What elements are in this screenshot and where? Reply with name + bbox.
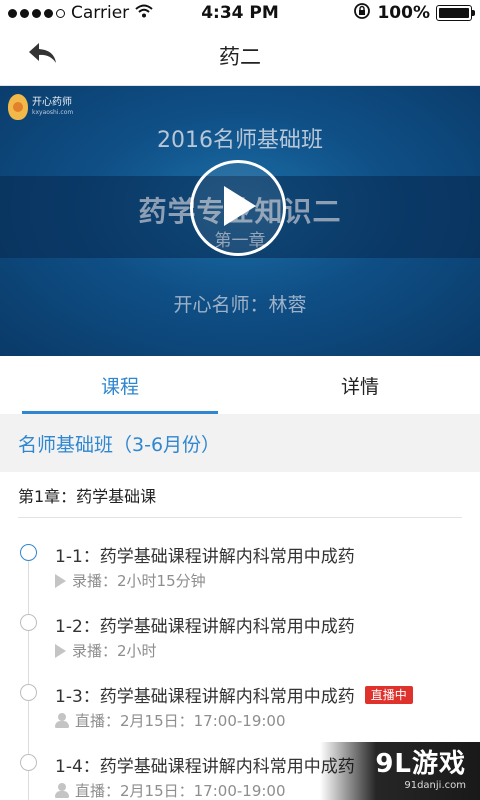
play-icon [218,184,258,232]
page-title: 药二 [219,44,261,69]
user-icon [55,713,69,728]
section-header[interactable]: 名师基础班（3-6月份） [0,414,480,472]
status-bar: Carrier 4:34 PM 100% [0,0,480,26]
battery-icon [436,5,475,21]
tab-course[interactable]: 课程 [0,356,240,414]
battery-percent: 100% [377,3,430,23]
watermark-url: 91danji.com [404,780,466,791]
lesson-title: 1-2：药学基础课程讲解内科常用中成药 [55,612,355,637]
live-badge: 直播中 [364,685,413,704]
logo-name: 开心药师 [32,97,72,108]
lesson-title-text: 1-3：药学基础课程讲解内科常用中成药 [55,687,355,707]
chapter-title: 第1章：药学基础课 [18,486,157,506]
nav-bar: 药二 [0,26,480,86]
lesson-item[interactable]: 1-3：药学基础课程讲解内科常用中成药 直播中 直播：2月15日：17:00-1… [0,658,480,730]
lesson-meta-text: 直播：2月15日：17:00-19:00 [75,782,286,800]
site-watermark: 9L游戏 91danji.com [320,742,480,800]
lesson-title: 1-3：药学基础课程讲解内科常用中成药 直播中 [55,682,413,707]
lesson-meta: 直播：2月15日：17:00-19:00 [55,780,286,800]
video-course-title: 2016名师基础班 [157,128,323,153]
timeline-node [20,614,37,631]
carrier-label: Carrier [71,3,130,23]
watermark-logo-text: 9L游戏 [375,749,466,779]
status-left: Carrier [8,3,153,23]
timeline-node [20,684,37,701]
timeline-node [20,754,37,771]
status-right: 100% [353,2,475,25]
lesson-title: 1-1：药学基础课程讲解内科常用中成药 [55,542,355,567]
back-arrow-icon [26,41,58,71]
lesson-title: 1-4：药学基础课程讲解内科常用中成药 [55,752,355,777]
lesson-title-text: 1-4：药学基础课程讲解内科常用中成药 [55,757,355,777]
logo-url: kxyaoshi.com [32,109,74,116]
back-button[interactable] [22,40,62,72]
lesson-title-text: 1-1：药学基础课程讲解内科常用中成药 [55,547,355,567]
recorded-play-icon [55,643,66,658]
lesson-item[interactable]: 1-1：药学基础课程讲解内科常用中成药 录播：2小时15分钟 [0,518,480,590]
lion-logo-icon [8,94,28,120]
signal-icon [8,8,65,18]
chapter-header[interactable]: 第1章：药学基础课 [18,472,462,518]
user-icon [55,783,69,798]
brand-logo: 开心药师 kxyaoshi.com [8,94,73,120]
logo-text: 开心药师 kxyaoshi.com [32,98,73,116]
tab-details[interactable]: 详情 [240,356,480,414]
video-player[interactable]: 开心药师 kxyaoshi.com 2016名师基础班 药学专业知识二 第一章 … [0,86,480,356]
recorded-play-icon [55,573,66,588]
tab-bar: 课程 详情 [0,356,480,414]
section-title: 名师基础班（3-6月份） [18,433,221,456]
video-teacher-label: 开心名师：林蓉 [173,294,307,316]
timeline-node-current [20,544,37,561]
lesson-title-text: 1-2：药学基础课程讲解内科常用中成药 [55,617,355,637]
rotation-lock-icon [353,2,371,25]
battery-fill [439,8,469,18]
play-button[interactable] [190,160,286,256]
lesson-item[interactable]: 1-2：药学基础课程讲解内科常用中成药 录播：2小时 [0,588,480,660]
wifi-icon [135,3,153,23]
